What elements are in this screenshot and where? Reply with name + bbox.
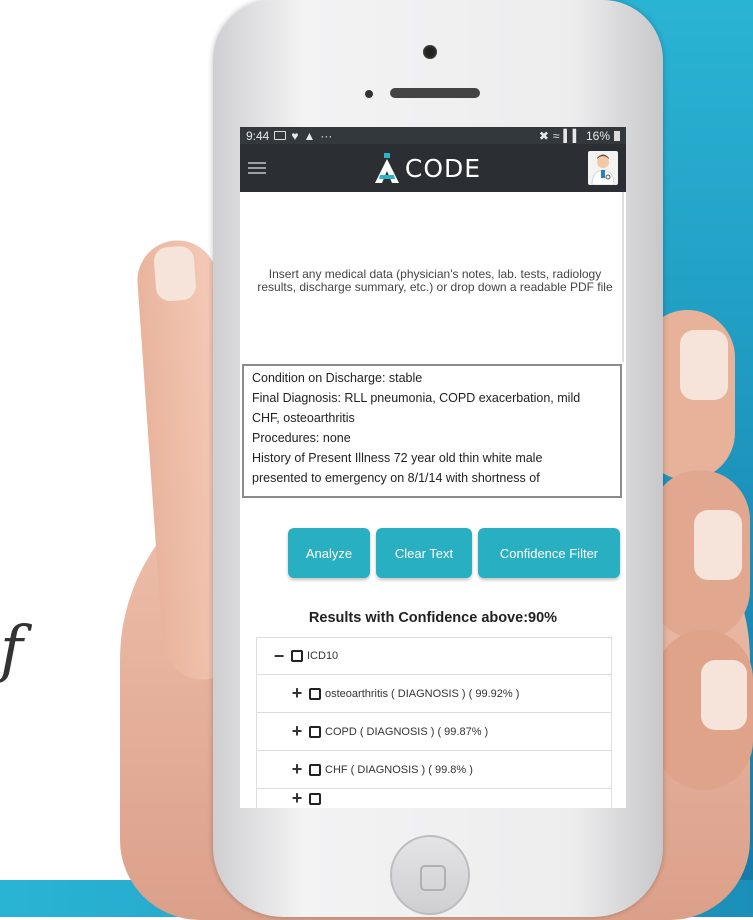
input-line: Condition on Discharge: stable bbox=[252, 371, 423, 385]
tree-root-row[interactable]: − ICD10 bbox=[256, 637, 612, 675]
collapse-icon[interactable]: − bbox=[271, 646, 287, 667]
tree-item-label: COPD ( DIAGNOSIS ) ( 99.87% ) bbox=[325, 725, 489, 738]
mute-icon: ✖ bbox=[538, 128, 549, 143]
tree-root-label: ICD10 bbox=[307, 650, 339, 662]
expand-icon[interactable]: + bbox=[289, 788, 305, 808]
earpiece-speaker bbox=[390, 88, 480, 98]
logo-icon bbox=[373, 153, 401, 183]
phone-screen: 9:44 ♥ ▲ ··· ✖ ≈ ▍▍ 16% CODE Insert any … bbox=[240, 127, 626, 808]
tree-item-label: osteoarthritis ( DIAGNOSIS ) ( 99.92% ) bbox=[325, 687, 520, 700]
tree-item-row[interactable]: + COPD ( DIAGNOSIS ) ( 99.87% ) bbox=[256, 713, 612, 751]
results-tree: − ICD10 + osteoarthritis ( DIAGNOSIS ) (… bbox=[256, 637, 612, 808]
hand-finger-3 bbox=[655, 630, 753, 790]
proximity-sensor bbox=[365, 90, 373, 98]
tree-item-row-partial[interactable]: + bbox=[256, 788, 612, 808]
doctor-avatar-icon[interactable] bbox=[588, 151, 618, 185]
message-icon bbox=[274, 131, 287, 140]
expand-icon[interactable]: + bbox=[289, 721, 305, 742]
drop-zone-instruction: Insert any medical data (physician's not… bbox=[257, 267, 613, 294]
clear-text-button[interactable]: Clear Text bbox=[376, 528, 472, 578]
medical-text-input[interactable]: Condition on Discharge: stable Final Dia… bbox=[242, 364, 622, 498]
thumb-nail bbox=[153, 245, 197, 302]
front-camera bbox=[423, 45, 437, 59]
battery-level: 16% bbox=[585, 128, 610, 143]
checkbox-icon[interactable] bbox=[291, 650, 303, 662]
app-bar: CODE bbox=[240, 144, 626, 192]
results-title: Results with Confidence above:90% bbox=[308, 610, 558, 626]
warning-icon: ▲ bbox=[303, 128, 316, 143]
input-line: CHF, osteoarthritis bbox=[252, 411, 355, 425]
checkbox-icon[interactable] bbox=[309, 725, 321, 738]
background-cut-text: f bbox=[0, 612, 23, 685]
more-icon: ··· bbox=[320, 128, 333, 143]
expand-icon[interactable]: + bbox=[289, 683, 305, 704]
status-time: 9:44 bbox=[246, 128, 270, 143]
confidence-filter-button[interactable]: Confidence Filter bbox=[478, 528, 620, 578]
checkbox-icon[interactable] bbox=[309, 763, 321, 776]
input-line: presented to emergency on 8/1/14 with sh… bbox=[252, 471, 540, 485]
signal-icon: ▍▍ bbox=[563, 128, 582, 143]
action-buttons: Analyze Clear Text Confidence Filter bbox=[288, 528, 620, 578]
home-button[interactable] bbox=[390, 835, 470, 915]
input-line: Final Diagnosis: RLL pneumonia, COPD exa… bbox=[252, 391, 581, 405]
checkbox-icon[interactable] bbox=[309, 687, 321, 700]
battery-icon bbox=[614, 130, 620, 141]
expand-icon[interactable]: + bbox=[289, 759, 305, 780]
wifi-icon: ≈ bbox=[552, 128, 560, 143]
finger-nail-3 bbox=[701, 660, 747, 730]
status-bar: 9:44 ♥ ▲ ··· ✖ ≈ ▍▍ 16% bbox=[240, 127, 626, 144]
file-drop-zone[interactable]: Insert any medical data (physician's not… bbox=[242, 192, 624, 362]
analyze-button[interactable]: Analyze bbox=[288, 528, 370, 578]
app-logo: CODE bbox=[373, 153, 481, 183]
input-line: Procedures: none bbox=[252, 431, 351, 445]
tree-item-row[interactable]: + CHF ( DIAGNOSIS ) ( 99.8% ) bbox=[256, 751, 612, 789]
finger-nail-2 bbox=[694, 510, 742, 580]
hand-finger-2 bbox=[650, 470, 750, 640]
tree-item-row[interactable]: + osteoarthritis ( DIAGNOSIS ) ( 99.92% … bbox=[256, 675, 612, 713]
heart-icon: ♥ bbox=[291, 128, 299, 143]
tree-item-label: CHF ( DIAGNOSIS ) ( 99.8% ) bbox=[325, 763, 473, 776]
checkbox-icon[interactable] bbox=[309, 792, 321, 805]
menu-icon[interactable] bbox=[248, 162, 266, 174]
logo-text: CODE bbox=[404, 153, 482, 183]
input-line: History of Present Illness 72 year old t… bbox=[252, 451, 543, 465]
finger-nail-1 bbox=[680, 330, 728, 400]
